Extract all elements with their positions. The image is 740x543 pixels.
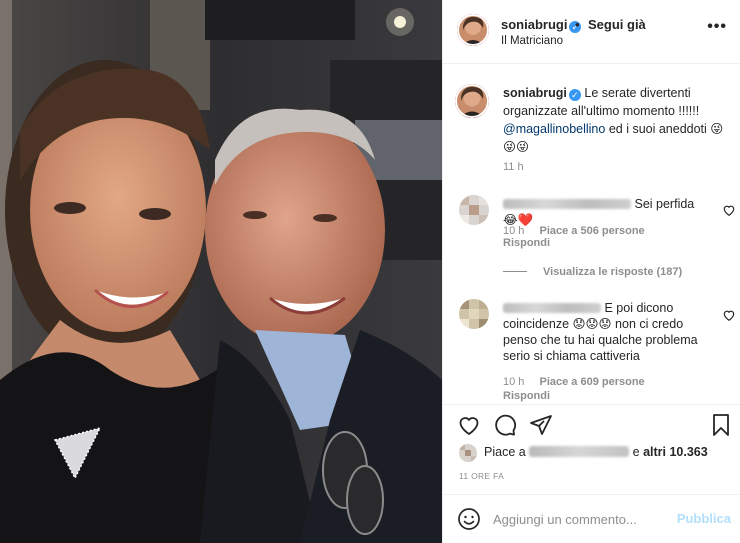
save-bookmark-icon[interactable] xyxy=(709,413,733,437)
comment-time[interactable]: 10 h xyxy=(503,376,524,388)
likes-text: Piace a e altri 10.363 xyxy=(484,445,708,459)
location-link[interactable]: Il Matriciano xyxy=(501,35,563,47)
comment-likes[interactable]: Piace a 609 persone xyxy=(539,376,644,388)
post-header: soniabrugi ✓ • Segui già Il Matriciano ••… xyxy=(443,0,740,64)
comment-likes[interactable]: Piace a 506 persone xyxy=(539,225,644,237)
caption-text: soniabrugi ✓ Le serate divertenti organiz… xyxy=(503,84,731,156)
like-heart-icon[interactable] xyxy=(457,413,481,437)
like-comment-heart-icon[interactable] xyxy=(722,308,736,322)
blurred-username[interactable] xyxy=(503,303,601,313)
post-photo[interactable] xyxy=(0,0,442,543)
likes-suffix: e xyxy=(629,445,644,459)
blurred-liker-name[interactable] xyxy=(529,446,630,457)
selfie-image xyxy=(0,0,442,543)
view-replies-label[interactable]: Visualizza le risposte (187) xyxy=(543,266,682,278)
emoji-smiley-icon[interactable] xyxy=(457,507,481,531)
comment-input[interactable] xyxy=(493,509,673,529)
mention-link[interactable]: @magallinobellino xyxy=(503,122,605,136)
reply-button[interactable]: Rispondi xyxy=(503,237,550,249)
likes-prefix: Piace a xyxy=(484,445,530,459)
blurred-username[interactable] xyxy=(503,199,631,209)
reply-button[interactable]: Rispondi xyxy=(503,390,550,402)
comment-text: E poi dicono coincidenze 😟😟😟 non ci cred… xyxy=(503,300,715,364)
comment-meta: 10 h Piace a 506 persone xyxy=(503,225,645,237)
caption-time[interactable]: 11 h xyxy=(503,161,524,173)
author-avatar[interactable] xyxy=(457,14,489,46)
comment-bubble-icon[interactable] xyxy=(493,413,517,437)
more-horizontal-icon[interactable]: ••• xyxy=(707,18,727,36)
comment-avatar[interactable] xyxy=(459,299,489,329)
likes-others-link[interactable]: altri 10.363 xyxy=(643,445,708,459)
author-username[interactable]: soniabrugi ✓ xyxy=(501,17,582,33)
caption-username[interactable]: soniabrugi xyxy=(503,86,567,100)
comment-time[interactable]: 10 h xyxy=(503,225,524,237)
verified-badge-icon: ✓ xyxy=(568,89,581,101)
post-timestamp[interactable]: 11 ORE FA xyxy=(459,471,504,481)
like-comment-heart-icon[interactable] xyxy=(722,203,736,217)
view-replies-button[interactable]: Visualizza le risposte (187) xyxy=(503,266,682,278)
caption-avatar[interactable] xyxy=(455,84,489,118)
share-paper-plane-icon[interactable] xyxy=(529,413,553,437)
comment-text: Sei perfida 😂❤️ xyxy=(503,196,703,228)
post-side-panel: soniabrugi ✓ • Segui già Il Matriciano ••… xyxy=(442,0,740,543)
post-actions-bar xyxy=(443,404,740,444)
comment-meta: 10 h Piace a 609 persone xyxy=(503,376,645,388)
liker-avatar[interactable] xyxy=(459,444,477,462)
comment-avatar[interactable] xyxy=(459,195,489,225)
author-username-text[interactable]: soniabrugi xyxy=(501,17,567,32)
comment-composer: Pubblica xyxy=(443,494,740,543)
replies-divider xyxy=(503,271,527,272)
following-button[interactable]: Segui già xyxy=(588,17,646,32)
likes-summary: Piace a e altri 10.363 xyxy=(443,440,740,466)
separator-dot: • xyxy=(575,17,580,32)
publish-button[interactable]: Pubblica xyxy=(677,511,731,526)
